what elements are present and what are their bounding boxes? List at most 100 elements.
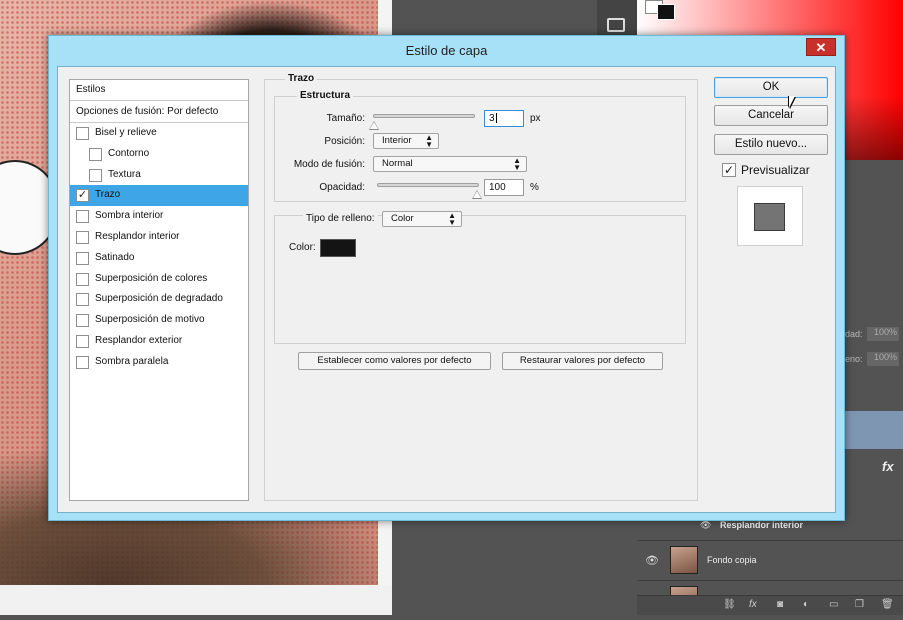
styles-list: Estilos Opciones de fusión: Por defecto … (69, 79, 249, 501)
preview-swatch (754, 203, 785, 231)
fill-group: Tipo de relleno: Color ▲ ▼ Color: (274, 211, 686, 344)
style-checkbox[interactable] (76, 314, 89, 328)
structure-title: Estructura (297, 90, 354, 101)
style-item[interactable]: ✓ Trazo (70, 185, 248, 207)
section-title: Trazo (285, 73, 318, 84)
mouse-cursor (789, 96, 795, 108)
opacity-slider-thumb[interactable] (472, 190, 482, 199)
style-item-label: Trazo (95, 189, 121, 201)
adjustment-icon[interactable]: ◐ (803, 599, 809, 610)
opacity-slider[interactable] (377, 183, 479, 187)
layers-bottom-toolbar: ⛓ fx ◙ ◐ ▭ ❐ 🗑 (637, 595, 903, 615)
style-checkbox[interactable] (76, 355, 89, 369)
layer-effect-name: Resplandor interior (719, 520, 803, 530)
style-item-label: Sombra interior (95, 210, 164, 222)
size-label: Tamaño: (326, 113, 365, 124)
set-default-button[interactable]: Establecer como valores por defecto (298, 352, 491, 370)
style-checkbox[interactable] (76, 210, 89, 224)
layer-style-dialog: Estilo de capa ✕ Estilos Opciones de fus… (48, 35, 845, 521)
canvas-frame-bottom (0, 585, 392, 615)
style-item[interactable]: Superposición de motivo (70, 310, 248, 331)
style-item[interactable]: Sombra interior (70, 206, 248, 227)
style-checkbox[interactable] (89, 168, 102, 182)
new-layer-icon[interactable]: ❐ (855, 599, 864, 610)
stroke-settings: Trazo Estructura Tamaño: 3 px Posición: … (264, 73, 698, 501)
layer-opacity-value[interactable]: 100% (867, 327, 899, 341)
layer-name: Fondo copia (707, 555, 757, 565)
style-item[interactable]: Contorno (70, 144, 248, 165)
blending-options-item[interactable]: Opciones de fusión: Por defecto (70, 101, 248, 123)
style-preview (737, 186, 803, 246)
position-select[interactable]: Interior ▲ ▼ (373, 133, 439, 149)
close-button[interactable]: ✕ (806, 38, 836, 56)
style-item-label: Superposición de motivo (95, 314, 205, 326)
stroke-color-swatch[interactable] (320, 239, 356, 257)
opacity-label: Opacidad: (319, 182, 365, 193)
position-label: Posición: (324, 136, 365, 147)
folder-icon[interactable]: ▭ (829, 599, 838, 610)
style-item[interactable]: Textura (70, 165, 248, 186)
color-label: Color: (289, 242, 316, 253)
eye-icon[interactable]: 👁 (645, 554, 659, 567)
layer-fx-icon[interactable]: fx (882, 459, 894, 474)
opacity-unit: % (530, 182, 539, 193)
style-items: Bisel y relieve Contorno Textura ✓ Trazo Somb… (70, 123, 248, 373)
size-slider[interactable] (373, 114, 475, 118)
mask-icon[interactable]: ◙ (777, 599, 783, 610)
blend-mode-select[interactable]: Normal ▲ ▼ (373, 156, 527, 172)
dialog-body: Estilos Opciones de fusión: Por defecto … (57, 66, 836, 513)
style-item[interactable]: Satinado (70, 248, 248, 269)
reset-default-button[interactable]: Restaurar valores por defecto (502, 352, 663, 370)
style-item-label: Resplandor exterior (95, 334, 183, 346)
fx-icon[interactable]: fx (749, 599, 757, 610)
trash-icon[interactable]: 🗑 (881, 599, 894, 610)
link-icon[interactable]: ⛓ (723, 599, 736, 610)
style-checkbox[interactable]: ✓ (76, 189, 89, 203)
cancel-button[interactable]: Cancelar (714, 105, 828, 126)
style-item-label: Superposición de colores (95, 272, 208, 284)
style-item-label: Textura (108, 168, 141, 180)
style-item[interactable]: Bisel y relieve (70, 123, 248, 144)
opacity-input[interactable]: 100 (484, 179, 524, 196)
style-item-label: Superposición de degradado (95, 293, 223, 305)
ok-button[interactable]: OK (714, 77, 828, 98)
preview-checkbox[interactable]: ✓ (722, 163, 736, 177)
style-item[interactable]: Superposición de degradado (70, 289, 248, 310)
style-item[interactable]: Sombra paralela (70, 352, 248, 373)
panel-grid-icon[interactable] (607, 18, 625, 32)
preview-label: Previsualizar (741, 163, 810, 177)
style-item[interactable]: Resplandor interior (70, 227, 248, 248)
selected-layer-row[interactable] (836, 411, 903, 449)
style-checkbox[interactable] (76, 293, 89, 307)
styles-header[interactable]: Estilos (70, 80, 248, 101)
style-item-label: Contorno (108, 147, 150, 159)
style-checkbox[interactable] (76, 272, 89, 286)
layer-fill-value[interactable]: 100% (867, 352, 899, 366)
layer-row[interactable]: 👁 Fondo copia (637, 540, 903, 580)
style-checkbox[interactable] (89, 147, 102, 161)
layer-effect-row[interactable]: 👁 Resplandor interior (700, 520, 803, 531)
size-slider-thumb[interactable] (369, 121, 379, 130)
style-checkbox[interactable] (76, 334, 89, 348)
layer-fill-label: eno: (845, 354, 863, 364)
eye-icon[interactable]: 👁 (700, 520, 711, 530)
new-style-button[interactable]: Estilo nuevo... (714, 134, 828, 155)
background-color-swatch[interactable] (657, 4, 675, 20)
style-checkbox[interactable] (76, 127, 89, 140)
style-checkbox[interactable] (76, 251, 89, 265)
style-item-label: Sombra paralela (95, 355, 169, 367)
style-item[interactable]: Superposición de colores (70, 269, 248, 290)
panel-toolstrip[interactable] (597, 0, 637, 40)
style-checkbox[interactable] (76, 230, 89, 244)
layer-thumbnail (670, 546, 698, 574)
fill-type-label: Tipo de relleno: (303, 213, 378, 224)
style-item-label: Satinado (95, 251, 135, 263)
style-item-label: Bisel y relieve (95, 127, 157, 138)
style-item[interactable]: Resplandor exterior (70, 331, 248, 352)
fill-type-select[interactable]: Color ▲ ▼ (382, 211, 462, 227)
dialog-title: Estilo de capa (405, 43, 488, 58)
structure-group: Estructura Tamaño: 3 px Posición: Interi… (274, 90, 686, 202)
size-input[interactable]: 3 (484, 110, 524, 127)
size-unit: px (530, 113, 541, 124)
blend-mode-label: Modo de fusión: (293, 159, 365, 170)
